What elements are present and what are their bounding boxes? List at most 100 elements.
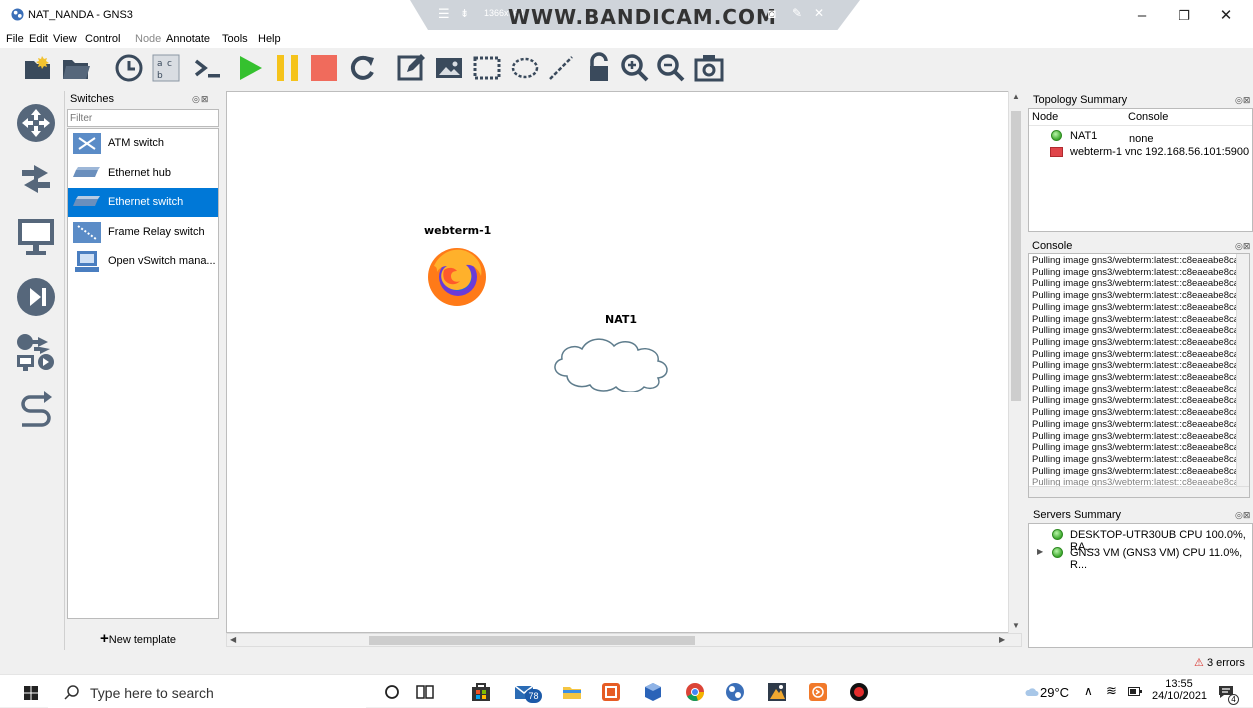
add-link-icon[interactable] — [14, 387, 58, 431]
recorder-icon[interactable] — [848, 681, 870, 703]
windows-start-icon[interactable] — [24, 686, 38, 700]
panel-float-buttons[interactable]: ◎⊠ — [1235, 510, 1250, 521]
console-line: Pulling image gns3/webterm:latest::c8eae… — [1032, 301, 1240, 313]
new-template-button[interactable]: +New template — [100, 630, 176, 647]
panel-float-buttons[interactable]: ◎⊠ — [1235, 95, 1250, 106]
terminal-app-icon[interactable] — [807, 681, 829, 703]
template-frame-relay-switch[interactable]: Frame Relay switch — [68, 218, 218, 247]
show-interface-labels-icon[interactable]: a cb — [150, 52, 182, 84]
temperature-label[interactable]: 29°C — [1040, 685, 1069, 700]
header-divider — [1029, 125, 1252, 126]
clock-date: 24/10/2021 — [1152, 690, 1208, 702]
draw-rectangle-icon[interactable] — [471, 52, 503, 84]
window-title: NAT_NANDA - GNS3 — [28, 9, 133, 21]
firefox-node-icon[interactable] — [424, 244, 490, 308]
panel-float-buttons[interactable]: ◎⊠ — [192, 94, 209, 105]
zoom-in-icon[interactable] — [619, 52, 651, 84]
expand-arrow-icon[interactable]: ▶ — [1037, 547, 1043, 556]
filter-input[interactable] — [67, 109, 219, 127]
menu-help[interactable]: Help — [258, 33, 281, 45]
add-note-icon[interactable] — [395, 52, 427, 84]
menu-control[interactable]: Control — [85, 33, 120, 45]
template-open-vswitch[interactable]: Open vSwitch mana... — [68, 247, 218, 276]
console-all-icon[interactable] — [192, 52, 224, 84]
console-line: Pulling image gns3/webterm:latest::c8eae… — [1032, 290, 1240, 302]
atm-switch-icon — [73, 133, 101, 154]
office-icon[interactable] — [600, 681, 622, 703]
cortana-icon[interactable] — [381, 681, 403, 703]
battery-icon[interactable] — [1128, 687, 1142, 696]
pause-all-icon[interactable] — [272, 52, 304, 84]
open-project-icon[interactable] — [60, 52, 92, 84]
console-title: Console — [1032, 240, 1073, 252]
canvas-horizontal-scrollbar[interactable]: ◀ ▶ — [226, 633, 1022, 647]
menu-view[interactable]: View — [53, 33, 77, 45]
scroll-right-icon[interactable]: ▶ — [999, 635, 1005, 644]
list-item[interactable]: DESKTOP-UTR30UB CPU 100.0%, RA... — [1029, 528, 1252, 553]
status-running-icon — [1051, 130, 1062, 141]
draw-line-icon[interactable] — [545, 52, 577, 84]
store-icon[interactable] — [470, 681, 492, 703]
tray-chevron-up-icon[interactable]: ∧ — [1084, 684, 1093, 698]
node-label-webterm[interactable]: webterm-1 — [424, 224, 491, 237]
menu-annotate[interactable]: Annotate — [166, 33, 210, 45]
reload-all-icon[interactable] — [346, 52, 378, 84]
console-line: Pulling image gns3/webterm:latest::c8eae… — [1032, 313, 1240, 325]
start-all-icon[interactable] — [234, 52, 266, 84]
vertical-scroll-thumb[interactable] — [1011, 111, 1021, 401]
screenshot-camera-icon[interactable] — [693, 52, 725, 84]
nat-cloud-icon[interactable] — [547, 334, 689, 392]
template-ethernet-switch[interactable]: Ethernet switch — [68, 188, 218, 217]
menu-edit[interactable]: Edit — [29, 33, 48, 45]
snapshot-clock-icon[interactable] — [113, 52, 145, 84]
menu-file[interactable]: File — [6, 33, 24, 45]
virtualbox-icon[interactable] — [642, 681, 664, 703]
close-button[interactable]: ✕ — [1206, 4, 1246, 28]
template-ethernet-hub[interactable]: Ethernet hub — [68, 159, 218, 188]
scroll-down-icon[interactable]: ▼ — [1012, 621, 1020, 630]
end-devices-icon[interactable] — [14, 215, 58, 259]
scroll-up-icon[interactable]: ▲ — [1012, 92, 1020, 101]
scroll-left-icon[interactable]: ◀ — [230, 635, 236, 644]
taskbar-search[interactable]: Type here to search — [48, 675, 366, 708]
table-row[interactable]: NAT1 none — [1029, 128, 1252, 145]
table-row[interactable]: webterm-1 vnc 192.168.56.101:5900 — [1029, 144, 1252, 159]
status-stopped-icon — [1050, 147, 1063, 157]
node-label-nat[interactable]: NAT1 — [605, 313, 637, 326]
template-atm-switch[interactable]: ATM switch — [68, 129, 218, 158]
security-devices-icon[interactable] — [14, 275, 58, 319]
paint-app-icon[interactable] — [766, 681, 788, 703]
console-vertical-scrollbar[interactable] — [1236, 254, 1249, 486]
all-devices-icon[interactable] — [14, 331, 58, 375]
menu-node[interactable]: Node — [135, 33, 161, 45]
console-horizontal-scrollbar[interactable] — [1029, 486, 1249, 497]
topology-canvas[interactable]: webterm-1 NAT1 — [226, 91, 1022, 633]
horizontal-scroll-thumb[interactable] — [369, 636, 695, 645]
console-panel[interactable]: Pulling image gns3/webterm:latest::c8eae… — [1028, 253, 1250, 498]
notification-badge: 4 — [1228, 694, 1239, 705]
zoom-out-icon[interactable] — [655, 52, 687, 84]
task-view-icon[interactable] — [414, 681, 436, 703]
minimize-button[interactable]: – — [1122, 4, 1162, 28]
menu-tools[interactable]: Tools — [222, 33, 248, 45]
title-bar: NAT_NANDA - GNS3 ☰ ⇟ 1366x768 WWW.BANDIC… — [0, 0, 1253, 30]
file-explorer-icon[interactable] — [561, 681, 583, 703]
canvas-vertical-scrollbar[interactable]: ▲ ▼ — [1008, 91, 1022, 633]
draw-ellipse-icon[interactable] — [509, 52, 541, 84]
switches-icon[interactable] — [14, 157, 58, 201]
new-project-icon[interactable] — [22, 52, 54, 84]
console-line: Pulling image gns3/webterm:latest::c8eae… — [1032, 372, 1240, 383]
maximize-button[interactable]: ❐ — [1164, 4, 1204, 28]
lock-icon[interactable] — [584, 52, 616, 84]
list-item[interactable]: ▶ GNS3 VM (GNS3 VM) CPU 11.0%, R... — [1029, 546, 1252, 571]
stop-all-icon[interactable] — [308, 52, 340, 84]
insert-picture-icon[interactable] — [433, 52, 465, 84]
chrome-icon[interactable] — [684, 681, 706, 703]
clock[interactable]: 13:55 24/10/2021 — [1152, 678, 1208, 702]
network-icon[interactable]: ≋ — [1106, 683, 1117, 699]
routers-icon[interactable] — [14, 101, 58, 145]
console-line: Pulling image gns3/webterm:latest::c8eae… — [1032, 348, 1240, 360]
gns3-taskbar-icon[interactable] — [724, 681, 746, 703]
panel-float-buttons[interactable]: ◎⊠ — [1235, 241, 1250, 252]
errors-indicator[interactable]: ⚠ 3 errors — [1194, 656, 1245, 669]
